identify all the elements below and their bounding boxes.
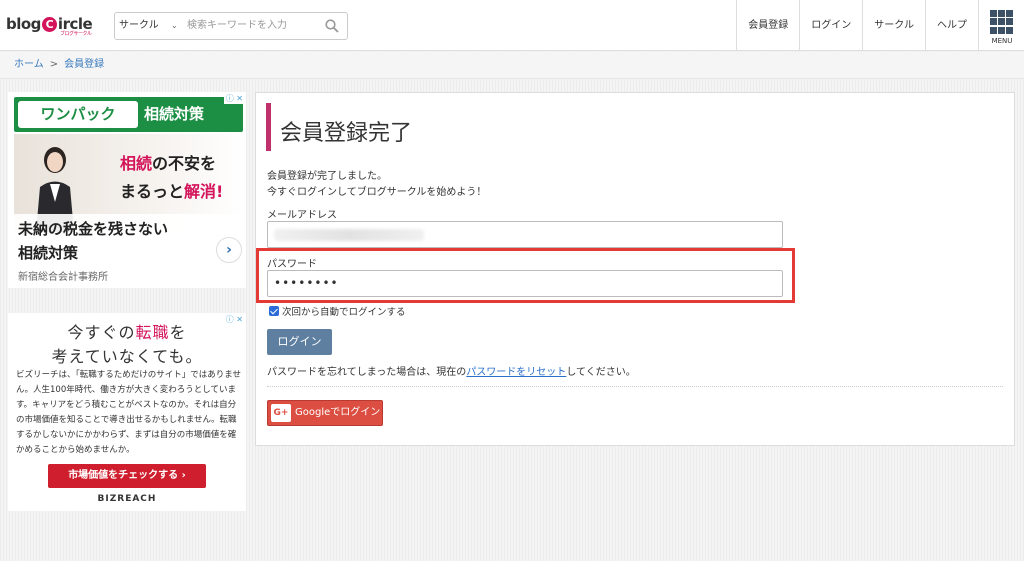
ad2-brand-logo: BIZREACH [97,494,157,504]
ad-headline-1-b: の不安を [152,154,217,173]
title-accent-bar [266,103,271,151]
forgot-suffix: してください。 [566,367,636,378]
remember-login-option[interactable]: 次回から自動でログインする [269,304,406,318]
email-redacted-value [274,229,424,241]
ad2-headline-1-b: 転職 [135,323,170,342]
nav-register[interactable]: 会員登録 [736,0,799,51]
search-category-select[interactable]: サークル ⌄ [115,13,181,39]
completion-message: 会員登録が完了しました。 [267,171,387,182]
ad-text-1: 未納の税金を残さない [18,220,169,238]
ad2-headline-1-a: 今すぐの [67,323,136,342]
ad2-headline-1-c: を [169,323,187,342]
reset-password-link[interactable]: パスワードをリセット [466,367,566,378]
ad-headline-1-a: 相続 [120,154,153,173]
grid-menu-icon [990,10,1014,34]
ad-headline-1: 相続の不安を [120,150,216,174]
ad-text-2: 相続対策 [18,244,79,262]
ad-source: 新宿総合会計事務所 [18,272,108,283]
chevron-right-icon[interactable]: › [216,237,242,263]
google-plus-icon: G+ [271,404,291,422]
password-label: パスワード [267,259,317,270]
ad-banner-product: ワンパック [18,101,138,128]
nav-login[interactable]: ログイン [799,0,862,51]
remember-label: 次回から自動でログインする [282,307,406,318]
forgot-password-text: パスワードを忘れてしまった場合は、現在のパスワードをリセットしてください。 [267,363,636,378]
breadcrumb-current[interactable]: 会員登録 [64,59,104,70]
ad-banner: ワンパック 相続対策 [14,97,243,132]
google-login-button[interactable]: G+ Googleでログイン [267,400,383,426]
ad2-cta-button[interactable]: 市場価値をチェックする › [48,464,206,488]
search-bar: サークル ⌄ 検索キーワードを入力 [114,12,348,40]
ad2-headline-1: 今すぐの転職を [8,319,246,343]
google-login-label: Googleでログイン [295,407,381,418]
ad-banner-title: 相続対策 [144,105,205,123]
email-field[interactable] [267,221,783,248]
ad-inheritance[interactable]: ワンパック 相続対策 相続の不安を まるっと解消! 未納の税金を残さない 相続対… [8,92,246,288]
site-logo[interactable]: blog Circle ブログサークル [6,15,93,37]
nav-circle[interactable]: サークル [862,0,925,51]
ad-choices-icon[interactable]: ⓘ ✕ [223,93,245,104]
menu-label: MENU [991,37,1013,45]
ad-headline-2-b: 解消! [184,182,224,201]
password-value: •••••••• [274,276,339,290]
registration-complete-panel: 会員登録完了 会員登録が完了しました。 今すぐログインしてブログサークルを始めよ… [255,92,1015,446]
logo-subtitle: ブログサークル [60,31,92,37]
ad2-headline-2: 考えていなくても。 [51,347,203,366]
menu-button[interactable]: MENU [978,0,1024,51]
ad-headline-2: まるっと解消! [120,178,223,202]
page-title: 会員登録完了 [280,121,413,146]
ad-choices-icon[interactable]: ⓘ ✕ [223,314,245,325]
email-label: メールアドレス [267,210,337,221]
nav-help[interactable]: ヘルプ [925,0,978,51]
ad-career[interactable]: 今すぐの転職を 考えていなくても。 ビズリーチは、「転職するためだけのサイト」で… [8,313,246,511]
chevron-down-icon: ⌄ [171,21,178,30]
ad2-body: ビズリーチは、「転職するためだけのサイト」ではありません。人生100年時代、働き… [16,370,241,455]
divider [267,386,1003,387]
remember-checkbox[interactable] [269,306,279,316]
login-prompt-message: 今すぐログインしてブログサークルを始めよう！ [267,187,487,198]
login-button[interactable]: ログイン [267,329,332,355]
site-header: blog Circle ブログサークル サークル ⌄ 検索キーワードを入力 会員登… [0,0,1024,51]
search-icon[interactable] [325,19,339,33]
password-field[interactable]: •••••••• [267,270,783,297]
breadcrumb-home[interactable]: ホーム [14,59,44,70]
forgot-prefix: パスワードを忘れてしまった場合は、現在の [267,367,467,378]
header-nav: 会員登録 ログイン サークル ヘルプ MENU [736,0,1024,51]
breadcrumb-separator: > [49,59,59,70]
ad-headline-2-a: まるっと [120,182,185,201]
search-input[interactable]: 検索キーワードを入力 [187,13,287,39]
search-category-value: サークル [119,20,159,31]
breadcrumb: ホーム > 会員登録 [0,52,1024,79]
